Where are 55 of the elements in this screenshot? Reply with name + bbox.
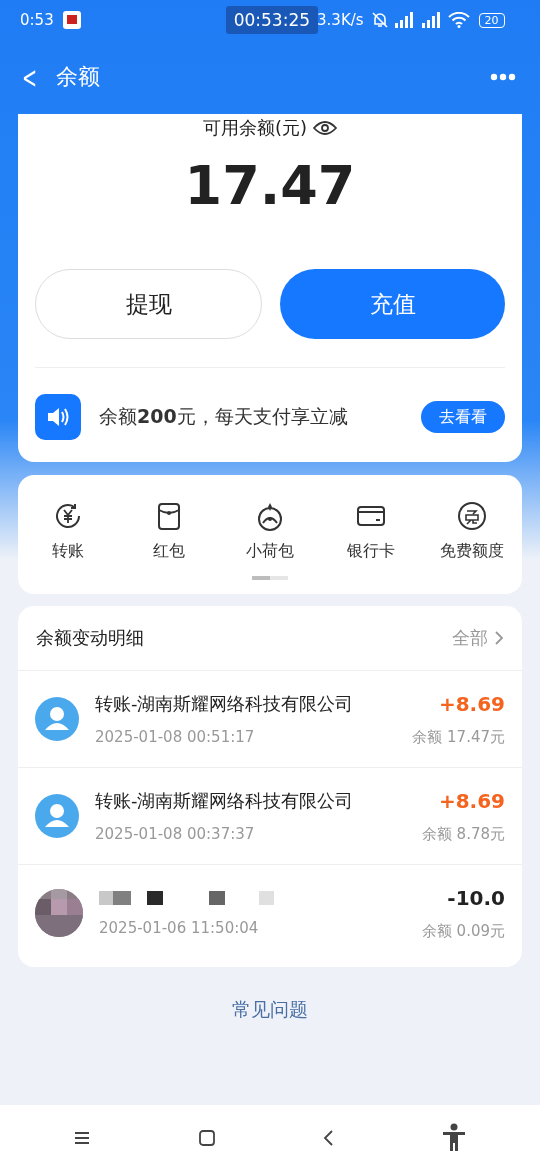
- shortcut-label: 免费额度: [439, 541, 504, 562]
- shortcut-label: 小荷包: [246, 541, 294, 562]
- promo-text: 余额200元，每天支付享立减: [99, 404, 349, 429]
- transaction-amount: +8.69: [438, 788, 505, 813]
- balance-after: 余额 0.09元: [421, 921, 505, 941]
- user-avatar-icon: [35, 697, 79, 741]
- pouch-icon: [255, 501, 285, 531]
- signal-icon: [393, 12, 416, 28]
- signal-icon: [420, 12, 443, 28]
- transaction-row[interactable]: 转账-湖南斯耀网络科技有限公司 2025-01-08 00:51:17 +8.69 余额 17.47元: [18, 671, 522, 768]
- wifi-icon: [447, 12, 470, 28]
- accessibility-icon[interactable]: [440, 1122, 467, 1153]
- status-time: 0:53: [20, 11, 54, 29]
- view-button[interactable]: 去看看: [421, 401, 505, 433]
- page-title: 余额: [56, 63, 101, 91]
- shortcut-label: 红包: [153, 541, 186, 562]
- battery-indicator: 20: [478, 12, 505, 28]
- shortcut-item[interactable]: 红包: [118, 501, 220, 562]
- transaction-row[interactable]: 转账-湖南斯耀网络科技有限公司 2025-01-08 00:37:37 +8.69 余额 8.78元: [18, 768, 522, 865]
- user-avatar-icon: [35, 794, 79, 838]
- speaker-icon: [35, 394, 81, 440]
- shortcut-label: 转账: [52, 541, 85, 562]
- chevron-right-icon: [494, 631, 504, 645]
- recording-timer: 00:53:25: [225, 6, 319, 34]
- home-icon[interactable]: [197, 1128, 216, 1147]
- free-circle-icon: [456, 501, 487, 531]
- more-icon[interactable]: [490, 73, 516, 81]
- transaction-title: 转账-湖南斯耀网络科技有限公司: [95, 692, 355, 716]
- transaction-amount: -10.0: [447, 885, 505, 910]
- menu-icon[interactable]: [73, 1129, 92, 1146]
- transaction-row[interactable]: 2025-01-06 11:50:04 -10.0 余额 0.09元: [18, 865, 522, 961]
- shortcut-label: 银行卡: [346, 541, 395, 562]
- transaction-title: 转账-湖南斯耀网络科技有限公司: [95, 789, 355, 813]
- transaction-amount: +8.69: [438, 691, 505, 716]
- back-button[interactable]: <: [22, 59, 34, 95]
- back-icon[interactable]: [322, 1128, 335, 1147]
- shortcut-item[interactable]: 小荷包: [219, 501, 321, 562]
- balance-after: 余额 17.47元: [412, 727, 505, 747]
- balance-amount: 17.47: [184, 154, 356, 217]
- faq-link[interactable]: 常见问题: [226, 995, 314, 1025]
- balance-label: 可用余额(元): [202, 116, 307, 140]
- section-title: 余额变动明细: [36, 626, 144, 650]
- action-button[interactable]: 充值: [280, 269, 505, 339]
- eye-icon[interactable]: [313, 120, 337, 136]
- transaction-time: 2025-01-08 00:37:37: [95, 825, 256, 843]
- transaction-time: 2025-01-06 11:50:04: [99, 919, 260, 937]
- balance-after: 余额 8.78元: [421, 824, 505, 844]
- action-button[interactable]: 提现: [35, 269, 262, 339]
- bell-muted-icon: [370, 11, 389, 29]
- shortcut-item[interactable]: 转账: [18, 501, 119, 562]
- shortcut-item[interactable]: 银行卡: [320, 501, 422, 562]
- transaction-time: 2025-01-08 00:51:17: [95, 728, 256, 746]
- app-icon: [62, 11, 81, 29]
- network-speed: 3.3K/s: [317, 11, 364, 29]
- shortcut-item[interactable]: 免费额度: [421, 501, 522, 562]
